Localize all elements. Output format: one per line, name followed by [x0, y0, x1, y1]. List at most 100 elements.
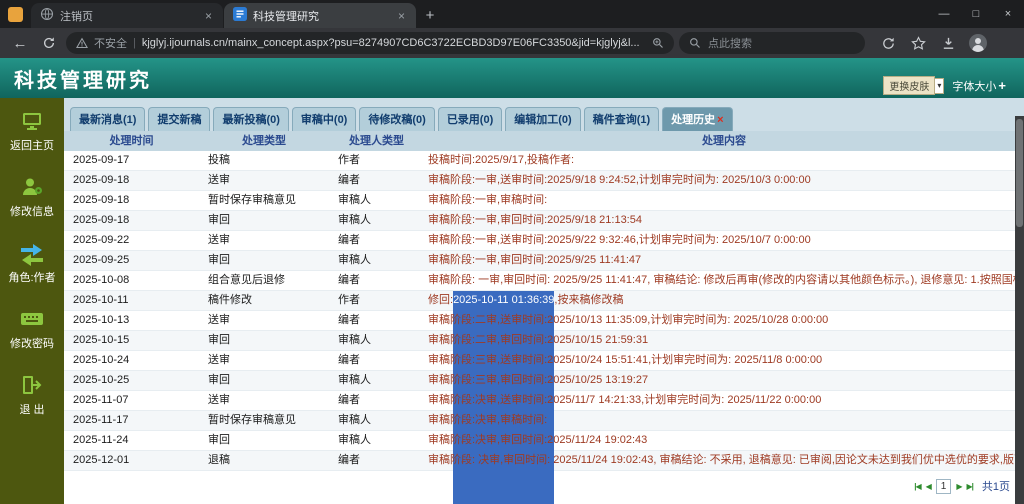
tab-close-icon[interactable]: ×: [203, 9, 214, 23]
module-tab-6[interactable]: 编辑加工(0): [505, 107, 581, 131]
new-tab-button[interactable]: +: [417, 3, 443, 28]
next-page-button[interactable]: ▶: [956, 482, 962, 491]
back-button[interactable]: ←: [8, 31, 32, 55]
last-page-button[interactable]: ▶|: [966, 482, 973, 491]
table-row: 2025-11-07 送审 编者 审稿阶段:决审,送审时间:2025/11/7 14:…: [64, 391, 1024, 411]
module-tabs: 最新消息(1) 提交新稿 最新投稿(0) 审稿中(0) 待修改稿(0) 已录用(0) 编辑加…: [64, 98, 1024, 131]
module-tab-3[interactable]: 审稿中(0): [291, 107, 357, 131]
module-tab-5[interactable]: 已录用(0): [437, 107, 503, 131]
col-header-content: 处理内容: [702, 135, 746, 147]
url-text: kjglyj.ijournals.cn/mainx_concept.aspx?p…: [141, 37, 640, 49]
address-bar[interactable]: 不安全 | kjglyj.ijournals.cn/mainx_concept.…: [66, 32, 674, 54]
history-panel: 处理时间 处理类型 处理人类型 处理内容 2025-09-17 投稿 作者 投稿时间:…: [64, 131, 1024, 504]
sidebar-item-1[interactable]: 修改信息: [10, 174, 54, 219]
pagination: |◀ ◀ 1 ▶ ▶| 共1页: [64, 471, 1024, 494]
module-tab-4[interactable]: 待修改稿(0): [359, 107, 435, 131]
scrollbar-thumb[interactable]: [1016, 119, 1023, 227]
total-pages: 共1页: [981, 481, 1010, 493]
table-row: 2025-09-18 审回 审稿人 审稿阶段:一审,审回时间:2025/9/18 21…: [64, 211, 1024, 231]
sidebar-item-3[interactable]: 修改密码: [10, 306, 54, 351]
search-box[interactable]: 点此搜索: [679, 32, 865, 54]
browser-app-icon[interactable]: [8, 7, 23, 22]
table-row: 2025-10-15 审回 审稿人 审稿阶段:二审,审回时间:2025/10/15 2…: [64, 331, 1024, 351]
module-tab-2[interactable]: 最新投稿(0): [213, 107, 289, 131]
window-controls: — □ ×: [928, 0, 1024, 28]
table-row: 2025-09-17 投稿 作者 投稿时间:2025/9/17,投稿作者:: [64, 151, 1024, 171]
browser-tab-0[interactable]: 注销页 ×: [31, 3, 223, 28]
sidebar-item-label: 退 出: [19, 404, 45, 416]
browser-tab-title: 注销页: [60, 10, 93, 23]
sync-icon[interactable]: [876, 31, 900, 55]
page-scrollbar[interactable]: [1015, 116, 1024, 504]
user-gear-icon: [20, 174, 44, 200]
bookmark-star-icon[interactable]: [906, 31, 930, 55]
site-header: 科技管理研究 更换皮肤 ▾ 字体大小 +: [0, 58, 1024, 98]
page: 科技管理研究 更换皮肤 ▾ 字体大小 + 返回主页修改信息角色:作者修改密码退 …: [0, 58, 1024, 504]
table-row: 2025-09-22 送审 编者 审稿阶段:一审,送审时间:2025/9/22 9:3…: [64, 231, 1024, 251]
monitor-icon: [20, 108, 44, 134]
journal-favicon-icon: [233, 7, 247, 24]
maximize-button[interactable]: □: [960, 0, 992, 28]
table-row: 2025-11-17 暂时保存审稿意见 审稿人 审稿阶段:决审,审稿时间:: [64, 411, 1024, 431]
table-row: 2025-10-24 送审 编者 审稿阶段:三审,送审时间:2025/10/24 15…: [64, 351, 1024, 371]
keyboard-icon: [20, 306, 44, 332]
browser-tabs: 注销页 × 科技管理研究 ×: [31, 3, 417, 28]
close-window-button[interactable]: ×: [992, 0, 1024, 28]
table-row: 2025-09-25 审回 审稿人 审稿阶段:一审,审回时间:2025/9/25 11…: [64, 251, 1024, 271]
table-body: 2025-09-17 投稿 作者 投稿时间:2025/9/17,投稿作者: 2025-0…: [64, 151, 1024, 504]
main-area: 最新消息(1) 提交新稿 最新投稿(0) 审稿中(0) 待修改稿(0) 已录用(0) 编辑加…: [64, 98, 1024, 504]
browser-tab-title: 科技管理研究: [253, 10, 319, 23]
warning-triangle-icon: [76, 37, 88, 49]
browser-tabstrip: 注销页 × 科技管理研究 × + — □ ×: [0, 0, 1024, 28]
tab-close-icon[interactable]: ×: [396, 9, 407, 23]
sidebar-item-4[interactable]: 退 出: [19, 372, 45, 417]
col-header-person: 处理人类型: [349, 135, 404, 147]
first-page-button[interactable]: |◀: [914, 482, 921, 491]
module-tab-7[interactable]: 稿件查询(1): [583, 107, 660, 131]
header-controls: 更换皮肤 ▾ 字体大小 +: [883, 76, 1006, 95]
table-row: 2025-11-24 审回 审稿人 审稿阶段:决审,审回时间:2025/11/24 1…: [64, 431, 1024, 451]
table-row: 2025-10-11 稿件修改 作者 修回: 2025-10-11 01:36:39 ,按…: [64, 291, 1024, 504]
content: 返回主页修改信息角色:作者修改密码退 出 最新消息(1) 提交新稿 最新投稿(0) 审…: [0, 98, 1024, 504]
module-tab-8[interactable]: 处理历史 ×: [662, 107, 733, 131]
font-size-label: 字体大小: [952, 80, 997, 93]
table-row: 2025-09-18 送审 编者 审稿阶段:一审,送审时间:2025/9/18 9:2…: [64, 171, 1024, 191]
search-placeholder: 点此搜索: [708, 38, 752, 50]
table-row: 2025-10-25 审回 审稿人 审稿阶段:三审,审回时间:2025/10/25 1…: [64, 371, 1024, 391]
zoom-icon[interactable]: [652, 37, 664, 49]
sidebar-item-label: 角色:作者: [8, 272, 56, 284]
toolbar-icons: [876, 31, 990, 55]
module-tab-1[interactable]: 提交新稿: [148, 107, 211, 131]
exit-icon: [20, 372, 44, 398]
col-header-time: 处理时间: [109, 135, 154, 147]
url-divider: |: [133, 37, 136, 49]
profile-avatar[interactable]: [966, 31, 990, 55]
sidebar-item-0[interactable]: 返回主页: [10, 108, 54, 153]
module-tab-close-icon[interactable]: ×: [717, 114, 723, 126]
change-skin-label: 更换皮肤: [883, 76, 936, 95]
browser-window: 注销页 × 科技管理研究 × + — □ × ← 不安全 | kjglyj.ijour…: [0, 0, 1024, 504]
sidebar-item-label: 修改密码: [10, 338, 54, 350]
download-icon[interactable]: [936, 31, 960, 55]
table-row: 2025-09-18 暂时保存审稿意见 审稿人 审稿阶段:一审,审稿时间:: [64, 191, 1024, 211]
globe-favicon-icon: [40, 7, 54, 24]
browser-tab-1[interactable]: 科技管理研究 ×: [224, 3, 416, 28]
col-header-type: 处理类型: [242, 135, 286, 147]
sidebar-item-2[interactable]: 角色:作者: [8, 240, 56, 285]
security-label: 不安全: [94, 38, 127, 50]
table-row: 2025-10-13 送审 编者 审稿阶段:二审,送审时间:2025/10/13 11…: [64, 311, 1024, 331]
table-row: 2025-10-08 组合意见后退修 编者 审稿阶段: 一审,审回时间: 2025/9…: [64, 271, 1024, 291]
prev-page-button[interactable]: ◀: [926, 482, 932, 491]
reload-button[interactable]: [37, 31, 61, 55]
role-arrows-icon: [19, 240, 45, 266]
browser-toolbar: ← 不安全 | kjglyj.ijournals.cn/mainx_concep…: [0, 28, 1024, 58]
table-header-row: 处理时间 处理类型 处理人类型 处理内容: [64, 131, 1024, 151]
sidebar-item-label: 返回主页: [10, 140, 54, 152]
minimize-button[interactable]: —: [928, 0, 960, 28]
search-icon: [689, 37, 701, 49]
font-increase-button[interactable]: +: [998, 78, 1006, 93]
site-title: 科技管理研究: [14, 69, 152, 92]
module-tab-0[interactable]: 最新消息(1): [70, 107, 146, 131]
change-skin-button[interactable]: 更换皮肤 ▾: [883, 76, 945, 95]
sidebar-item-label: 修改信息: [10, 206, 54, 218]
